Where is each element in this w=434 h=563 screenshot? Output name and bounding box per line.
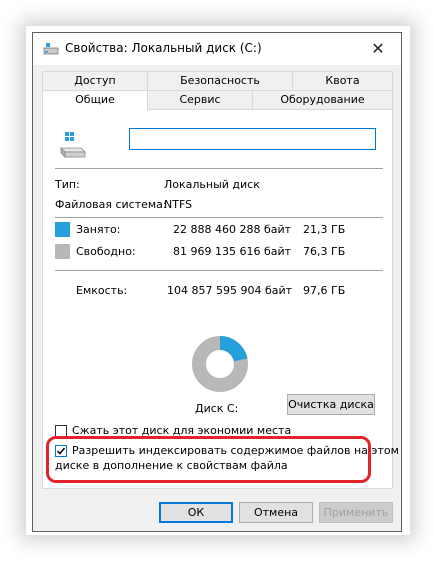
tab-hardware-label: Оборудование: [280, 93, 365, 106]
fs-value: NTFS: [164, 198, 193, 211]
tab-quota-label: Квота: [325, 74, 360, 87]
capacity-gb: 97,6 ГБ: [303, 284, 346, 297]
used-label: Занято:: [76, 223, 121, 236]
used-color-swatch: [55, 222, 70, 237]
highlight-annotation: [46, 436, 371, 483]
cancel-button[interactable]: Отмена: [239, 502, 313, 523]
separator: [55, 168, 383, 169]
disk-cleanup-button[interactable]: Очистка диска: [287, 394, 375, 415]
used-bytes: 22 888 460 288 байт: [173, 223, 292, 236]
close-icon[interactable]: ✕: [355, 33, 401, 64]
drive-title-icon: [43, 43, 59, 55]
capacity-bytes: 104 857 595 904 байт: [167, 284, 293, 297]
fs-label: Файловая система:: [55, 198, 167, 211]
drive-caption: Диск C:: [195, 402, 239, 415]
tab-quota[interactable]: Квота: [292, 71, 393, 91]
free-bytes: 81 969 135 616 байт: [173, 245, 292, 258]
separator: [55, 217, 383, 218]
drive-name-input[interactable]: [129, 128, 376, 150]
drive-icon: [60, 132, 86, 158]
tab-security[interactable]: Безопасность: [147, 71, 293, 91]
capacity-label: Емкость:: [76, 284, 128, 297]
tab-general[interactable]: Общие: [42, 90, 148, 111]
type-label: Тип:: [55, 178, 80, 191]
usage-donut-chart: [192, 336, 248, 392]
tab-tools[interactable]: Сервис: [147, 90, 253, 110]
type-value: Локальный диск: [164, 178, 260, 191]
title-bar[interactable]: Свойства: Локальный диск (C:) ✕: [33, 33, 401, 65]
free-label: Свободно:: [76, 245, 136, 258]
tab-tools-label: Сервис: [179, 93, 221, 106]
apply-button[interactable]: Применить: [319, 502, 393, 523]
tab-general-label: Общие: [75, 93, 115, 106]
tab-access-label: Доступ: [74, 74, 116, 87]
tab-hardware[interactable]: Оборудование: [252, 90, 393, 110]
general-panel: Тип: Локальный диск Файловая система: NT…: [42, 109, 399, 489]
free-gb: 76,3 ГБ: [303, 245, 346, 258]
ok-button[interactable]: ОК: [159, 502, 233, 523]
free-color-swatch: [55, 244, 70, 259]
separator: [55, 270, 383, 271]
window-title: Свойства: Локальный диск (C:): [65, 41, 262, 55]
tab-security-label: Безопасность: [180, 74, 260, 87]
used-gb: 21,3 ГБ: [303, 223, 346, 236]
tab-access[interactable]: Доступ: [42, 71, 148, 91]
